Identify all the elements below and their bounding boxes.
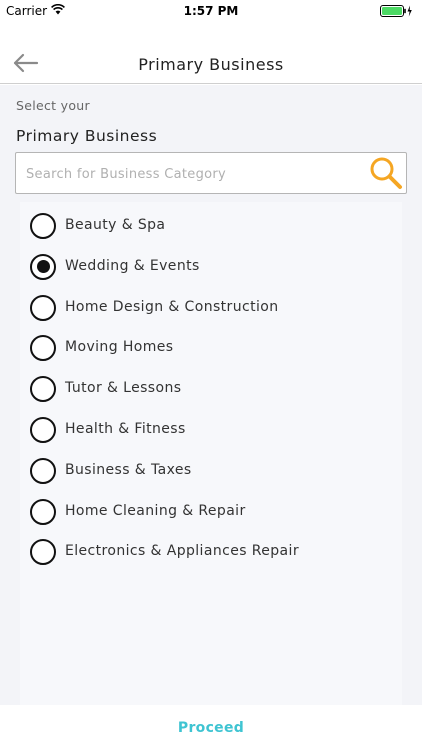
category-label: Home Cleaning & Repair	[65, 502, 246, 519]
select-prompt: Select your	[16, 98, 90, 113]
category-label: Business & Taxes	[65, 461, 192, 478]
battery-icon	[380, 5, 412, 17]
category-list: Beauty & Spa Wedding & Events Home Design …	[20, 202, 402, 705]
category-label: Wedding & Events	[65, 257, 200, 274]
category-option[interactable]: Health & Fitness	[30, 415, 390, 445]
radio-button[interactable]	[30, 335, 56, 362]
radio-button[interactable]	[30, 498, 56, 525]
category-label: Moving Homes	[65, 339, 174, 356]
page-title: Primary Business	[138, 55, 284, 74]
search-input[interactable]	[26, 162, 366, 186]
main-content: Select your Primary Business Beauty & Sp…	[0, 85, 422, 705]
radio-button[interactable]	[30, 294, 56, 321]
radio-button[interactable]	[30, 457, 56, 484]
radio-button[interactable]	[30, 376, 56, 403]
category-option[interactable]: Business & Taxes	[30, 456, 390, 486]
category-option[interactable]: Beauty & Spa	[30, 211, 390, 241]
radio-button[interactable]	[30, 417, 56, 443]
category-option[interactable]: Home Design & Construction	[30, 293, 390, 323]
category-option[interactable]: Wedding & Events	[30, 252, 390, 282]
proceed-button[interactable]: Proceed	[0, 705, 422, 750]
category-label: Home Design & Construction	[65, 298, 279, 315]
category-label: Beauty & Spa	[65, 217, 166, 233]
category-option[interactable]: Electronics & Appliances Repair	[30, 537, 390, 567]
category-option[interactable]: Moving Homes	[30, 333, 390, 363]
section-heading: Primary Business	[16, 127, 158, 145]
category-option[interactable]: Tutor & Lessons	[30, 374, 390, 404]
category-label: Health & Fitness	[65, 421, 186, 437]
category-label: Electronics & Appliances Repair	[65, 543, 299, 560]
magnifier-icon[interactable]	[367, 154, 405, 192]
footer: Proceed	[0, 705, 422, 750]
radio-selected-dot	[36, 260, 50, 274]
radio-button[interactable]	[30, 213, 56, 239]
status-bar: Carrier 1:57 PM	[0, 0, 422, 22]
status-time: 1:57 PM	[183, 4, 239, 18]
navigation-bar: Primary Business	[0, 22, 422, 84]
radio-button[interactable]	[30, 253, 56, 280]
category-option[interactable]: Home Cleaning & Repair	[30, 497, 390, 527]
category-label: Tutor & Lessons	[65, 380, 182, 397]
search-box[interactable]	[15, 152, 407, 194]
radio-button[interactable]	[30, 539, 56, 566]
